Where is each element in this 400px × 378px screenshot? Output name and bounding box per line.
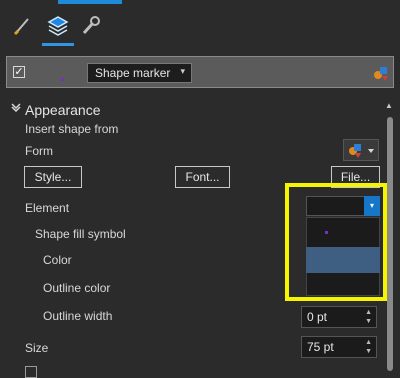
shape-fill-symbol-label: Shape fill symbol (35, 227, 126, 241)
size-value: 75 pt (307, 340, 334, 354)
layer-visibility-checkbox[interactable]: ✓ (13, 66, 25, 78)
font-button[interactable]: Font... (175, 166, 230, 188)
size-label: Size (25, 341, 49, 355)
top-accent-bar (58, 0, 122, 4)
outline-width-input[interactable]: 0 pt ▲ ▼ (301, 306, 377, 328)
form-label: Form (25, 144, 53, 158)
insert-shape-from-label: Insert shape from (25, 122, 119, 136)
symbol-layer-row[interactable]: ✓ Shape marker ▾ (6, 56, 394, 88)
outline-width-label: Outline width (43, 309, 113, 323)
spin-down-icon[interactable]: ▼ (365, 318, 372, 326)
collapse-chevron-icon[interactable] (11, 101, 21, 113)
active-tab-indicator (42, 43, 74, 46)
layers-icon[interactable] (44, 12, 72, 40)
color-label: Color (43, 253, 72, 267)
spin-up-icon[interactable]: ▲ (365, 309, 372, 317)
symbol-layer-type-dropdown[interactable]: Shape marker ▾ (87, 63, 192, 83)
spin-down-icon[interactable]: ▼ (365, 348, 372, 356)
appearance-section-title: Appearance (25, 102, 101, 118)
scroll-up-button[interactable]: ▲ (384, 101, 394, 110)
scrollbar-thumb[interactable] (387, 117, 393, 371)
marker-preview (61, 78, 64, 81)
highlight-annotation-box (285, 183, 387, 301)
spin-up-icon[interactable]: ▲ (365, 339, 372, 347)
outline-width-value: 0 pt (307, 310, 328, 324)
partial-checkbox[interactable] (25, 366, 37, 378)
element-label: Element (25, 201, 70, 215)
style-button[interactable]: Style... (24, 166, 82, 188)
shape-gallery-button[interactable] (343, 139, 379, 161)
outline-color-label: Outline color (43, 281, 111, 295)
chevron-down-icon: ▾ (180, 66, 185, 76)
shape-marker-options-icon[interactable] (371, 63, 391, 83)
size-input[interactable]: 75 pt ▲ ▼ (301, 336, 377, 358)
wrench-icon[interactable] (76, 12, 104, 40)
symbol-layer-type-value: Shape marker (95, 66, 171, 80)
brush-icon[interactable] (8, 12, 36, 40)
